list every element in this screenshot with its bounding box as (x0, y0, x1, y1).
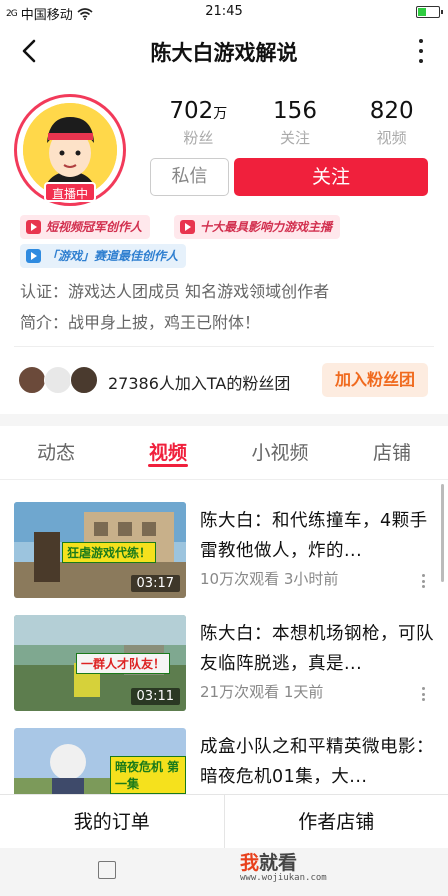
fan-club-count: 27386人加入TA的粉丝团 (108, 374, 291, 393)
video-title[interactable]: 陈大白：本想机场钢枪，可队友临阵脱逃，真是... (200, 619, 436, 679)
video-meta: 10万次观看 3小时前 (200, 570, 339, 588)
honor-tag-label: 短视频冠军创作人 (46, 220, 143, 234)
video-duration: 03:11 (130, 688, 180, 705)
video-more-icon[interactable] (422, 687, 426, 701)
nav-bar: 陈大白游戏解说 (0, 26, 448, 78)
video-title[interactable]: 陈大白：和代练撞车，4颗手雷教他做人，炸的... (200, 506, 436, 566)
honor-tag-label: 十大最具影响力游戏主播 (200, 220, 333, 234)
stat-fans[interactable]: 702万 粉丝 (150, 98, 247, 156)
video-meta: 21万次观看 1天前 (200, 683, 324, 701)
watermark-url: www.wojiukan.com (240, 873, 327, 883)
certification-text: 认证：游戏达人团成员 知名游戏领域创作者 (20, 282, 330, 301)
tab-dynamic[interactable]: 动态 (0, 426, 112, 479)
honor-tag[interactable]: 短视频冠军创作人 (20, 215, 151, 239)
video-title[interactable]: 成盒小队之和平精英微电影：暗夜危机01集，大... (200, 732, 436, 792)
tab-short-videos[interactable]: 小视频 (224, 426, 336, 479)
my-orders-button[interactable]: 我的订单 (0, 795, 224, 848)
thumbnail-caption: 暗夜危机 第一集 (110, 756, 186, 794)
stat-videos[interactable]: 820 视频 (343, 98, 440, 156)
divider (14, 346, 434, 347)
tab-videos[interactable]: 视频 (112, 426, 224, 479)
bio-text: 简介：战甲身上披，鸡王已附体！ (20, 313, 261, 332)
video-item[interactable]: 狂虐游戏代练！ 03:17 陈大白：和代练撞车，4颗手雷教他做人，炸的... 1… (0, 502, 448, 610)
bottom-action-bar: 我的订单 作者店铺 (0, 794, 448, 848)
message-button[interactable]: 私信 (150, 158, 229, 196)
thumbnail-caption: 狂虐游戏代练！ (62, 542, 157, 563)
video-duration: 03:17 (130, 575, 180, 592)
stats-row: 702万 粉丝 156 关注 820 视频 (150, 98, 440, 156)
page-title: 陈大白游戏解说 (150, 41, 298, 65)
video-thumbnail[interactable]: 狂虐游戏代练！ 03:17 (14, 502, 186, 598)
stat-videos-value: 820 (369, 98, 414, 124)
fan-avatar (44, 366, 72, 394)
fan-avatar (18, 366, 46, 394)
thumbnail-caption: 一群人才队友！ (76, 653, 171, 674)
more-options-icon[interactable] (418, 39, 424, 63)
section-separator (0, 414, 448, 426)
fan-avatars[interactable] (18, 366, 104, 394)
play-badge-icon (180, 220, 195, 234)
stat-fans-unit: 万 (213, 106, 228, 122)
profile-page: 2G 中国移动 21:45 陈大白游戏解说 直播中 702万 粉丝 156 关注… (0, 0, 448, 896)
stat-fans-label: 粉丝 (183, 129, 214, 147)
play-badge-icon (26, 249, 41, 263)
follow-button[interactable]: 关注 (234, 158, 428, 196)
author-shop-button[interactable]: 作者店铺 (225, 795, 448, 848)
watermark-logo: 我就看 www.wojiukan.com (240, 848, 327, 883)
clock: 21:45 (205, 4, 243, 19)
live-badge[interactable]: 直播中 (44, 182, 96, 202)
checkbox-icon[interactable] (98, 861, 116, 879)
stat-following[interactable]: 156 关注 (247, 98, 344, 156)
video-thumbnail[interactable]: 一群人才队友！ 03:11 (14, 615, 186, 711)
system-nav-strip: 我就看 www.wojiukan.com (0, 848, 448, 896)
join-fan-club-button[interactable]: 加入粉丝团 (322, 363, 428, 397)
watermark-main-red: 我 (240, 852, 260, 874)
battery-icon (416, 6, 443, 18)
stat-videos-label: 视频 (376, 129, 407, 147)
tab-shop[interactable]: 店铺 (336, 426, 448, 479)
active-tab-indicator (148, 464, 188, 467)
honor-tag[interactable]: 「游戏」赛道最佳创作人 (20, 244, 187, 268)
stat-following-value: 156 (273, 98, 317, 124)
stat-fans-value: 702 (169, 98, 214, 124)
content-tabs: 动态 视频 小视频 店铺 (0, 426, 448, 480)
honor-tag-label: 「游戏」赛道最佳创作人 (46, 249, 179, 263)
video-item[interactable]: 一群人才队友！ 03:11 陈大白：本想机场钢枪，可队友临阵脱逃，真是... 2… (0, 615, 448, 723)
fan-avatar (70, 366, 98, 394)
status-bar: 2G 中国移动 21:45 (0, 0, 448, 24)
honor-tag[interactable]: 十大最具影响力游戏主播 (174, 215, 341, 239)
stat-following-label: 关注 (280, 129, 311, 147)
video-more-icon[interactable] (422, 574, 426, 588)
play-badge-icon (26, 220, 41, 234)
watermark-main: 就看 (259, 852, 298, 874)
